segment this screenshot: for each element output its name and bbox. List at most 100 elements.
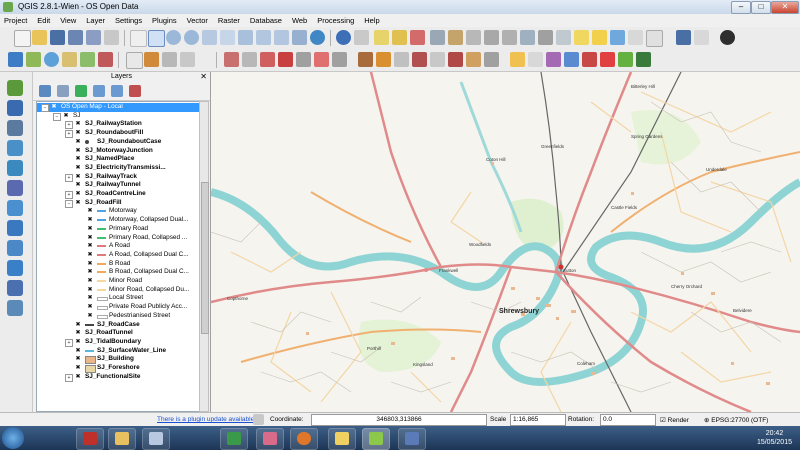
layer-tree-row[interactable]: ✖ SJ_SurfaceWater_Line [37,347,199,356]
python-console-icon[interactable] [8,52,23,67]
filter-legend-icon[interactable] [75,85,87,97]
taskbar-screen-capture[interactable] [398,428,426,450]
taskbar-qgis[interactable] [362,428,390,450]
menu-plugins[interactable]: Plugins [148,14,181,27]
menu-database[interactable]: Database [246,14,286,27]
layer-tree-row[interactable]: + ✖ SJ_RailwayTrack [37,173,199,182]
layer-visibility-checkbox[interactable]: ✖ [87,313,93,319]
form-annotation-icon[interactable] [592,30,607,45]
collapse-all-icon[interactable] [111,85,123,97]
layer-tree-row[interactable]: − ✖ SJ [37,112,199,121]
help-icon[interactable] [676,30,691,45]
layer-visibility-checkbox[interactable]: ✖ [87,261,93,267]
add-ring-icon[interactable] [412,52,427,67]
layer-tree-row[interactable]: ✖ SJ_RailwayTunnel [37,181,199,190]
layer-visibility-checkbox[interactable]: ✖ [75,330,81,336]
select-by-expression-icon[interactable] [410,30,425,45]
layer-visibility-checkbox[interactable]: ✖ [87,208,93,214]
tree-expander-icon[interactable]: + [65,373,73,382]
node-tool-icon[interactable] [260,52,275,67]
layer-tree-row[interactable]: − ✖ OS Open Map - Local [37,103,199,112]
new-project-icon[interactable] [14,30,31,47]
add-feature-icon[interactable] [180,52,195,67]
taskbar-calculator[interactable] [142,428,170,450]
select-features-icon[interactable] [374,30,389,45]
layer-tree-row[interactable]: ✖ SJ_RoadTunnel [37,329,199,338]
copy-features-icon[interactable] [314,52,329,67]
layer-tree-row[interactable]: ✖ Primary Road [37,225,199,234]
delete-selected-icon[interactable] [278,52,293,67]
save-as-icon[interactable] [68,30,83,45]
current-edits-icon[interactable] [126,52,143,69]
layer-visibility-checkbox[interactable]: ✖ [87,304,93,310]
layer-visibility-checkbox[interactable]: ✖ [75,139,81,145]
add-group-icon[interactable] [39,85,51,97]
layer-visibility-checkbox[interactable]: ✖ [75,148,81,154]
zoom-out-icon[interactable] [184,30,199,45]
save-project-icon[interactable] [50,30,65,45]
layer-visibility-checkbox[interactable]: ✖ [75,121,81,127]
add-postgis-layer-icon[interactable] [7,120,23,136]
crs-button[interactable]: ⊕ EPSG:27700 (OTF) [704,416,768,424]
taskbar-firefox[interactable] [290,428,318,450]
menu-vector[interactable]: Vector [183,14,212,27]
render-checkbox[interactable]: ☑ Render [660,416,689,424]
layers-panel-close-button[interactable]: ✕ [200,72,207,82]
layer-visibility-checkbox[interactable]: ✖ [87,278,93,284]
pan-map-icon[interactable] [130,30,147,47]
menu-web[interactable]: Web [288,14,311,27]
layer-tree-row[interactable]: ✖ SJ_Foreshore [37,364,199,373]
toggle-extents-icon[interactable] [253,414,264,425]
undo-icon[interactable] [358,52,373,67]
menu-view[interactable]: View [56,14,80,27]
layer-visibility-checkbox[interactable]: ✖ [75,130,81,136]
taskbar-spreadsheet[interactable] [220,428,248,450]
layer-tree-row[interactable]: ✖ SJ_NamedPlace [37,155,199,164]
map-canvas[interactable]: Bitterley Hill Greenfields Coton Hill Sp… [211,72,800,412]
africa-plugin-icon[interactable] [720,30,735,45]
layer-visibility-checkbox[interactable]: ✖ [75,200,81,206]
new-print-composer-icon[interactable] [86,30,101,45]
remove-layer-icon[interactable] [129,85,141,97]
field-calculator-icon[interactable] [448,30,463,45]
add-wfs-layer-icon[interactable] [7,240,23,256]
menu-project[interactable]: Project [0,14,31,27]
layer-visibility-checkbox[interactable]: ✖ [75,174,81,180]
layer-tree-row[interactable]: ✖ B Road [37,260,199,269]
measure-area-icon[interactable] [502,30,517,45]
start-button[interactable] [2,427,24,449]
measure-line-icon[interactable] [484,30,499,45]
layer-visibility-checkbox[interactable]: ✖ [75,156,81,162]
layer-tree-row[interactable]: ✖ Pedestrianised Street [37,312,199,321]
new-map-view-icon[interactable] [292,30,307,45]
deselect-icon[interactable] [392,30,407,45]
layer-tree-row[interactable]: ✖ SJ_MotorwayJunction [37,147,199,156]
layer-tree-row[interactable]: ✖ Motorway, Collapsed Dual... [37,216,199,225]
label-pin-icon[interactable] [600,52,615,67]
layer-visibility-checkbox[interactable]: ✖ [75,322,81,328]
redo-icon[interactable] [376,52,391,67]
text-dropdown-icon[interactable] [646,30,663,47]
whats-this-icon[interactable] [694,30,709,45]
add-wcs-layer-icon[interactable] [7,220,23,236]
layer-tree-row[interactable]: ✖ Motorway [37,207,199,216]
minimize-button[interactable]: – [731,1,751,14]
system-clock[interactable]: 20:42 15/05/2015 [757,429,792,447]
layer-visibility-checkbox[interactable]: ✖ [75,339,81,345]
add-wms-layer-icon[interactable] [7,200,23,216]
zoom-next-icon[interactable] [274,30,289,45]
open-attribute-table-icon[interactable] [430,30,445,45]
text-annotation-icon[interactable] [574,30,589,45]
layer-visibility-checkbox[interactable]: ✖ [75,182,81,188]
add-vector-layer-icon[interactable] [7,80,23,96]
label-tool-icon[interactable] [628,30,643,45]
menu-edit[interactable]: Edit [33,14,54,27]
layer-tree-scrollbar[interactable] [199,101,209,412]
taskbar-paint[interactable] [256,428,284,450]
layer-tree-row[interactable]: ✖ Primary Road, Collapsed ... [37,234,199,243]
layer-tree-row[interactable]: ✖ SJ_RoundaboutCase [37,138,199,147]
layer-visibility-checkbox[interactable]: ✖ [87,269,93,275]
add-part-icon[interactable] [430,52,445,67]
layer-visibility-checkbox[interactable]: ✖ [87,287,93,293]
layer-visibility-checkbox[interactable]: ✖ [87,295,93,301]
